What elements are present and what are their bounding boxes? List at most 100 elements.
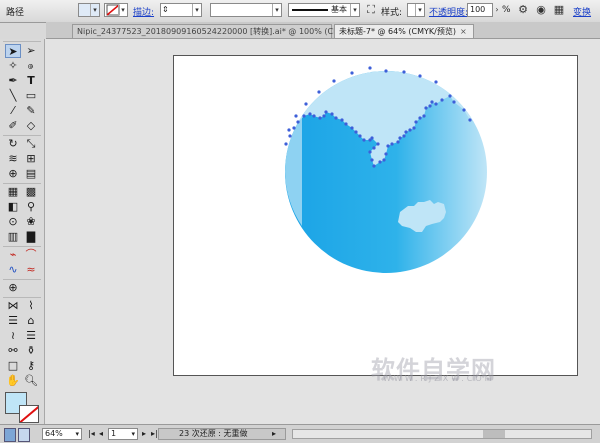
last-artboard-icon[interactable]: ▸| <box>151 428 158 440</box>
scrollbar-thumb[interactable] <box>483 430 505 438</box>
control-bar: 路径 ▾ ▾ 描边: ⇕ ▾ ▾ 基本 ▾ ⛶ 样式: ▾ 不透明度: 100 … <box>0 0 600 23</box>
panel-grip <box>3 41 41 42</box>
artboard-tool-icon[interactable]: ⋈ <box>5 299 21 313</box>
grid-icon[interactable]: ▦ <box>552 3 566 17</box>
stepper-icon[interactable]: ⇕ <box>162 4 169 16</box>
anchor-add-icon[interactable]: ⌁ <box>5 248 21 262</box>
column-graph-tool-icon[interactable]: ▥ <box>5 230 21 244</box>
scale-tool-icon[interactable]: ⤡ <box>23 137 39 151</box>
tab-document-1[interactable]: Nipic_24377523_20180909160524220000 [转换]… <box>72 24 383 38</box>
opacity-input[interactable]: 100 <box>467 3 493 17</box>
hand-pan-tool-icon[interactable]: ✋ <box>5 374 21 388</box>
perspective-grid-tool-icon[interactable]: ▦ <box>5 185 21 199</box>
artboard-number-select[interactable]: 1 ▾ <box>108 428 138 440</box>
no-stroke-slash-icon <box>20 406 38 422</box>
stroke-weight-input[interactable]: ⇕ ▾ <box>160 3 202 17</box>
status-text-field[interactable]: 23 次还原 : 无重做 <box>158 428 286 440</box>
zoom-value: 64% <box>45 429 63 438</box>
warp-tool-icon[interactable]: ≀ <box>5 329 21 343</box>
live-paint-tool-icon[interactable]: ▤ <box>23 167 39 181</box>
pen-tool-icon[interactable]: ✒ <box>5 74 21 88</box>
chevron-down-icon: ▾ <box>192 4 201 16</box>
status-bar: 64% ▾ |◂ ◂ 1 ▾ ▸ ▸| 23 次还原 : 无重做 ▸ <box>0 424 600 443</box>
first-artboard-icon[interactable]: |◂ <box>88 428 95 440</box>
fill-color-swatch[interactable]: ▾ <box>78 3 100 17</box>
shape-builder-tool-icon[interactable]: ⊕ <box>5 167 21 181</box>
direct-selection-tool-icon[interactable]: ➢ <box>23 44 39 58</box>
path-red-icon[interactable]: ≈ <box>23 263 39 277</box>
blob-brush-tool-icon[interactable]: ✐ <box>5 119 21 133</box>
eyedropper-tool-icon[interactable]: ⚲ <box>23 200 39 214</box>
document-tab-bar: Nipic_24377523_20180909160524220000 [转换]… <box>46 22 600 39</box>
stroke-color-swatch[interactable]: ▾ <box>104 3 128 17</box>
tool-divider <box>3 279 41 280</box>
tool-divider <box>3 297 41 298</box>
hand-tool-icon[interactable]: ☰ <box>5 314 21 328</box>
target-icon[interactable]: ⊕ <box>5 281 21 295</box>
close-icon[interactable]: × <box>460 27 467 36</box>
variable-width-profile-select[interactable]: ▾ <box>210 3 282 17</box>
chevron-down-icon: ▾ <box>118 4 127 16</box>
slice-tool-icon[interactable]: ⌇ <box>23 299 39 313</box>
pencil-tool-icon[interactable]: ✎ <box>23 104 39 118</box>
type-tool-icon[interactable]: T <box>23 74 39 88</box>
lasso-tool-icon[interactable]: ဇ <box>23 59 39 73</box>
gradient-tool-icon[interactable]: ◧ <box>5 200 21 214</box>
chevron-down-icon: ▾ <box>90 4 99 16</box>
eraser-tool-icon[interactable]: ◇ <box>23 119 39 133</box>
screen-mode-icon[interactable] <box>4 428 16 442</box>
stroke-line-preview <box>292 9 328 11</box>
rotate-tool-icon[interactable]: ↻ <box>5 137 21 151</box>
print-tiling-tool-icon[interactable]: ⌂ <box>23 314 39 328</box>
status-text: 23 次还原 : 无重做 <box>179 429 248 438</box>
globe-sphere[interactable] <box>274 56 494 273</box>
watermark-subtext: WWW.RJZXW.COM <box>383 374 495 383</box>
tab-document-2[interactable]: 未标题-7* @ 64% (CMYK/预览) × <box>334 24 474 38</box>
document-setup-icon[interactable]: ⚙ <box>516 3 530 17</box>
artboard[interactable] <box>173 55 578 376</box>
stroke-swatch[interactable] <box>19 405 39 423</box>
recolor-artwork-icon[interactable]: ⛶ <box>364 3 378 17</box>
graphic-style-select[interactable]: ▾ <box>407 3 425 17</box>
paintbrush-tool-icon[interactable]: ⁄ <box>5 104 21 118</box>
symbol-sprayer-tool-icon[interactable]: ❀ <box>23 215 39 229</box>
stroke-weight-label[interactable]: 描边: <box>133 5 154 18</box>
opacity-label[interactable]: 不透明度: <box>429 5 468 18</box>
line-segment-tool-icon[interactable]: ╲ <box>5 89 21 103</box>
tab-label: Nipic_24377523_20180909160524220000 [转换]… <box>77 27 372 36</box>
bar-graph-tool-icon[interactable]: ▇ <box>23 230 39 244</box>
zoom-select[interactable]: 64% ▾ <box>42 428 82 440</box>
knife-tool-icon[interactable]: ⚯ <box>5 344 21 358</box>
canvas-workspace[interactable] <box>45 39 600 424</box>
blend-tool-icon[interactable]: ⊙ <box>5 215 21 229</box>
align-left-icon[interactable]: ☰ <box>23 329 39 343</box>
curvature-icon[interactable]: ⌒ <box>23 248 39 262</box>
next-artboard-icon[interactable]: ▸ <box>142 428 146 440</box>
chevron-down-icon: ▾ <box>272 4 281 16</box>
measure-tool-icon[interactable]: ⚱ <box>23 344 39 358</box>
free-transform-tool-icon[interactable]: ⊞ <box>23 152 39 166</box>
opacity-value: 100 <box>470 5 486 14</box>
style-label: 样式: <box>381 8 403 18</box>
brush-definition-select[interactable]: 基本 ▾ <box>288 3 360 17</box>
horizontal-scrollbar[interactable] <box>292 429 592 439</box>
artboard-number: 1 <box>111 429 117 438</box>
globe-artwork[interactable] <box>174 56 579 377</box>
magic-wand-tool-icon[interactable]: ✧ <box>5 59 21 73</box>
mesh-tool-icon[interactable]: ▩ <box>23 185 39 199</box>
align-icon[interactable]: ◉ <box>534 3 548 17</box>
rectangle-tool-icon[interactable]: ▭ <box>23 89 39 103</box>
previous-artboard-icon[interactable]: ◂ <box>99 428 103 440</box>
brush-profile-label: 基本 <box>331 5 347 14</box>
brush-alt-icon[interactable]: ⚷ <box>23 359 39 373</box>
status-menu-icon[interactable]: ▸ <box>272 428 276 440</box>
width-tool-icon[interactable]: ≋ <box>5 152 21 166</box>
rectangle-frame-icon[interactable]: □ <box>5 359 21 373</box>
zoom-tool-icon[interactable]: 🔍︎ <box>23 374 39 388</box>
tool-divider <box>3 246 41 247</box>
selection-tool-icon[interactable]: ➤ <box>5 44 21 58</box>
chevron-right-icon[interactable]: › <box>493 3 501 17</box>
screen-mode-alt-icon[interactable] <box>18 428 30 442</box>
path-blue-icon[interactable]: ∿ <box>5 263 21 277</box>
transform-link[interactable]: 变换 <box>573 5 591 18</box>
